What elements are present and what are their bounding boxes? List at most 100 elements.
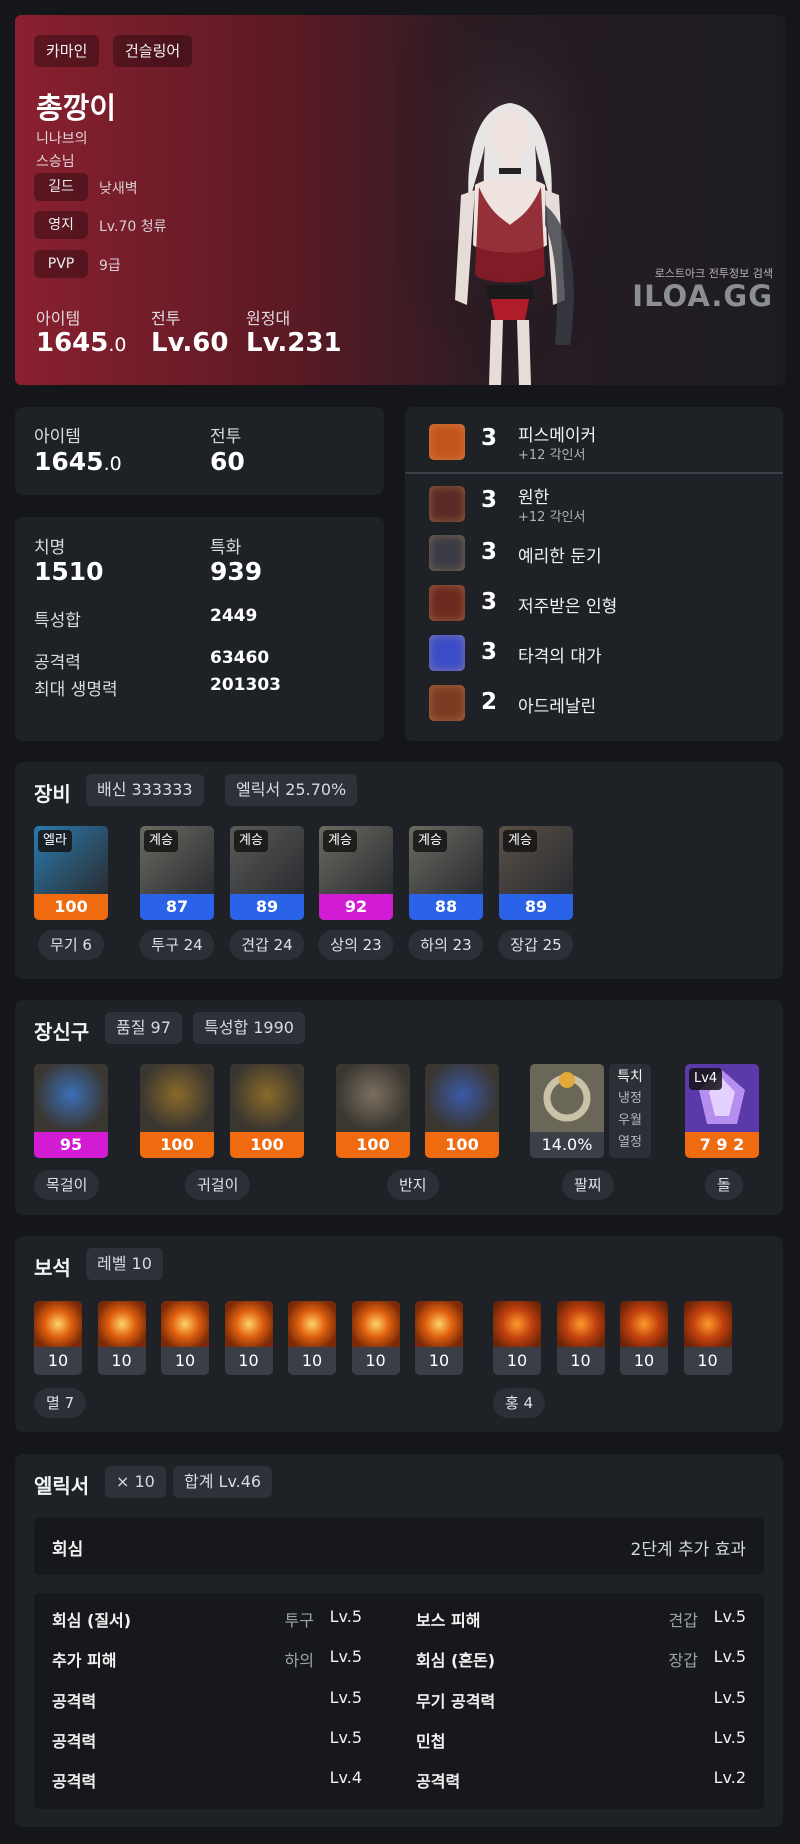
equipment-quality: 88 [409, 894, 483, 920]
engraving-name: 저주받은 인형 [518, 597, 618, 617]
brand-logo[interactable]: ILOA.GG [615, 279, 773, 313]
elixir-option-name: 공격력 [52, 1772, 97, 1791]
gem-level: 10 [506, 1351, 528, 1370]
elixir-option-level: Lv.5 [713, 1688, 746, 1707]
cool-gem[interactable]: 10 [620, 1301, 668, 1375]
accessories-card: 장신구 품질 97 특성합 1990 95 100 100 100 100 14.0% … [15, 1000, 783, 1215]
equipment-item[interactable]: 계승 92 [319, 826, 393, 920]
total-stat-label: 특성합 [34, 611, 81, 631]
character-name: 총깡이 [36, 91, 117, 125]
engraving-row[interactable]: 3 원한 +12 각인서 [419, 479, 779, 529]
engraving-level: 3 [481, 425, 498, 451]
doom-gem[interactable]: 10 [351, 1301, 400, 1375]
equipment-badge: 계승 [503, 830, 537, 852]
accessory-item[interactable]: 100 [425, 1064, 499, 1158]
class-tag[interactable]: 건슬링어 [113, 35, 193, 67]
stone-label: 돌 [705, 1170, 743, 1200]
engraving-row[interactable]: 3 저주받은 인형 [419, 578, 779, 628]
doom-gem[interactable]: 10 [224, 1301, 273, 1375]
cool-gem-icon [493, 1301, 541, 1347]
bracelet-value: 14.0% [530, 1132, 604, 1158]
bracelet-effect: 열정 [618, 1135, 642, 1150]
crit-value: 1510 [34, 557, 104, 586]
equipment-item[interactable]: 계승 88 [409, 826, 483, 920]
battle-level-value: Lv.60 [151, 328, 229, 358]
elixir-option-slot: 장갑 [668, 1651, 698, 1670]
doom-gem-icon [415, 1301, 463, 1347]
gem-level: 10 [428, 1351, 450, 1370]
equipment-slot-label: 하의 23 [408, 930, 484, 960]
earring-icon [140, 1064, 214, 1132]
equipment-badge: 계승 [323, 830, 357, 852]
equipment-item[interactable]: 계승 87 [140, 826, 214, 920]
engraving-row[interactable]: 2 아드레날린 [419, 678, 779, 728]
ability-stone-item[interactable]: Lv4 7 9 2 [685, 1064, 759, 1158]
elixir-option-slot: 투구 [284, 1611, 314, 1630]
item-level-label: 아이템 [36, 309, 81, 328]
spec-label: 특화 [210, 538, 242, 558]
earring-label: 귀걸이 [185, 1170, 251, 1200]
elixir-option-name: 무기 공격력 [416, 1692, 496, 1711]
necklace-label: 목걸이 [34, 1170, 100, 1200]
equipment-item[interactable]: 엘라 100 [34, 826, 108, 920]
equipment-quality: 89 [230, 894, 304, 920]
equipment-quality: 100 [34, 894, 108, 920]
item-level-label: 아이템 [34, 427, 81, 447]
doom-gem[interactable]: 10 [415, 1301, 463, 1375]
server-tag[interactable]: 카마인 [34, 35, 100, 67]
equipment-slot-label: 무기 6 [38, 930, 104, 960]
cool-gem[interactable]: 10 [683, 1301, 732, 1375]
equipment-title: 장비 [34, 782, 71, 806]
doom-gem-icon [224, 1301, 273, 1347]
cool-gem[interactable]: 10 [556, 1301, 605, 1375]
equipment-slot-label: 견갑 24 [229, 930, 305, 960]
equipment-badge: 계승 [144, 830, 178, 852]
stone-level-badge: Lv4 [689, 1068, 723, 1090]
elixir-option-level: Lv.5 [713, 1607, 746, 1626]
engraving-name: 피스메이커 [518, 426, 597, 446]
bracelet-icon [530, 1064, 604, 1132]
gem-level: 10 [365, 1351, 386, 1370]
stone-value: 7 9 2 [685, 1132, 759, 1158]
elixir-set-row: 회심 2단계 추가 효과 [34, 1517, 764, 1575]
equipment-quality: 87 [140, 894, 214, 920]
engraving-level: 2 [481, 689, 498, 715]
doom-gem-icon [161, 1301, 209, 1347]
engraving-row[interactable]: 3 타격의 대가 [419, 628, 779, 678]
doom-gem[interactable]: 10 [97, 1301, 146, 1375]
doom-gem[interactable]: 10 [34, 1301, 82, 1375]
accessory-item[interactable]: 95 [34, 1064, 108, 1158]
elixir-option-name: 공격력 [52, 1692, 97, 1711]
elixir-option-level: Lv.5 [713, 1728, 746, 1747]
equipment-item[interactable]: 계승 89 [230, 826, 304, 920]
engraving-row[interactable]: 3 예리한 둔기 [419, 528, 779, 578]
elixir-option-level: Lv.5 [329, 1647, 362, 1666]
hit-master-icon [429, 635, 465, 671]
quality-chip: 품질 97 [105, 1012, 182, 1044]
earring-icon [230, 1064, 304, 1132]
engraving-name: 예리한 둔기 [518, 547, 602, 567]
elixir-option-slot: 견갑 [668, 1611, 698, 1630]
cool-gem[interactable]: 10 [493, 1301, 541, 1375]
doom-gem[interactable]: 10 [161, 1301, 209, 1375]
engraving-row[interactable]: 3 피스메이커 +12 각인서 [419, 417, 779, 467]
gem-level: 10 [633, 1351, 655, 1370]
battle-level-label: 전투 [210, 427, 242, 447]
accessory-item[interactable]: 100 [140, 1064, 214, 1158]
accessory-item[interactable]: 100 [336, 1064, 410, 1158]
elixir-option-level: Lv.4 [329, 1768, 362, 1787]
doom-gem[interactable]: 10 [288, 1301, 336, 1375]
doom-gem-label: 멸 7 [34, 1388, 87, 1418]
set-chip: 배신 333333 [86, 774, 204, 806]
bracelet-item[interactable]: 14.0% [530, 1064, 604, 1158]
doom-gem-icon [34, 1301, 82, 1347]
equipment-item[interactable]: 계승 89 [499, 826, 573, 920]
gems-title: 보석 [34, 1256, 71, 1280]
equipment-badge: 계승 [413, 830, 447, 852]
elixir-option-name: 추가 피해 [52, 1651, 117, 1670]
gem-level: 10 [570, 1351, 591, 1370]
elixir-option-name: 민첩 [416, 1732, 446, 1751]
engraving-book: +12 각인서 [518, 510, 586, 525]
accessory-quality: 100 [140, 1132, 214, 1158]
accessory-item[interactable]: 100 [230, 1064, 304, 1158]
